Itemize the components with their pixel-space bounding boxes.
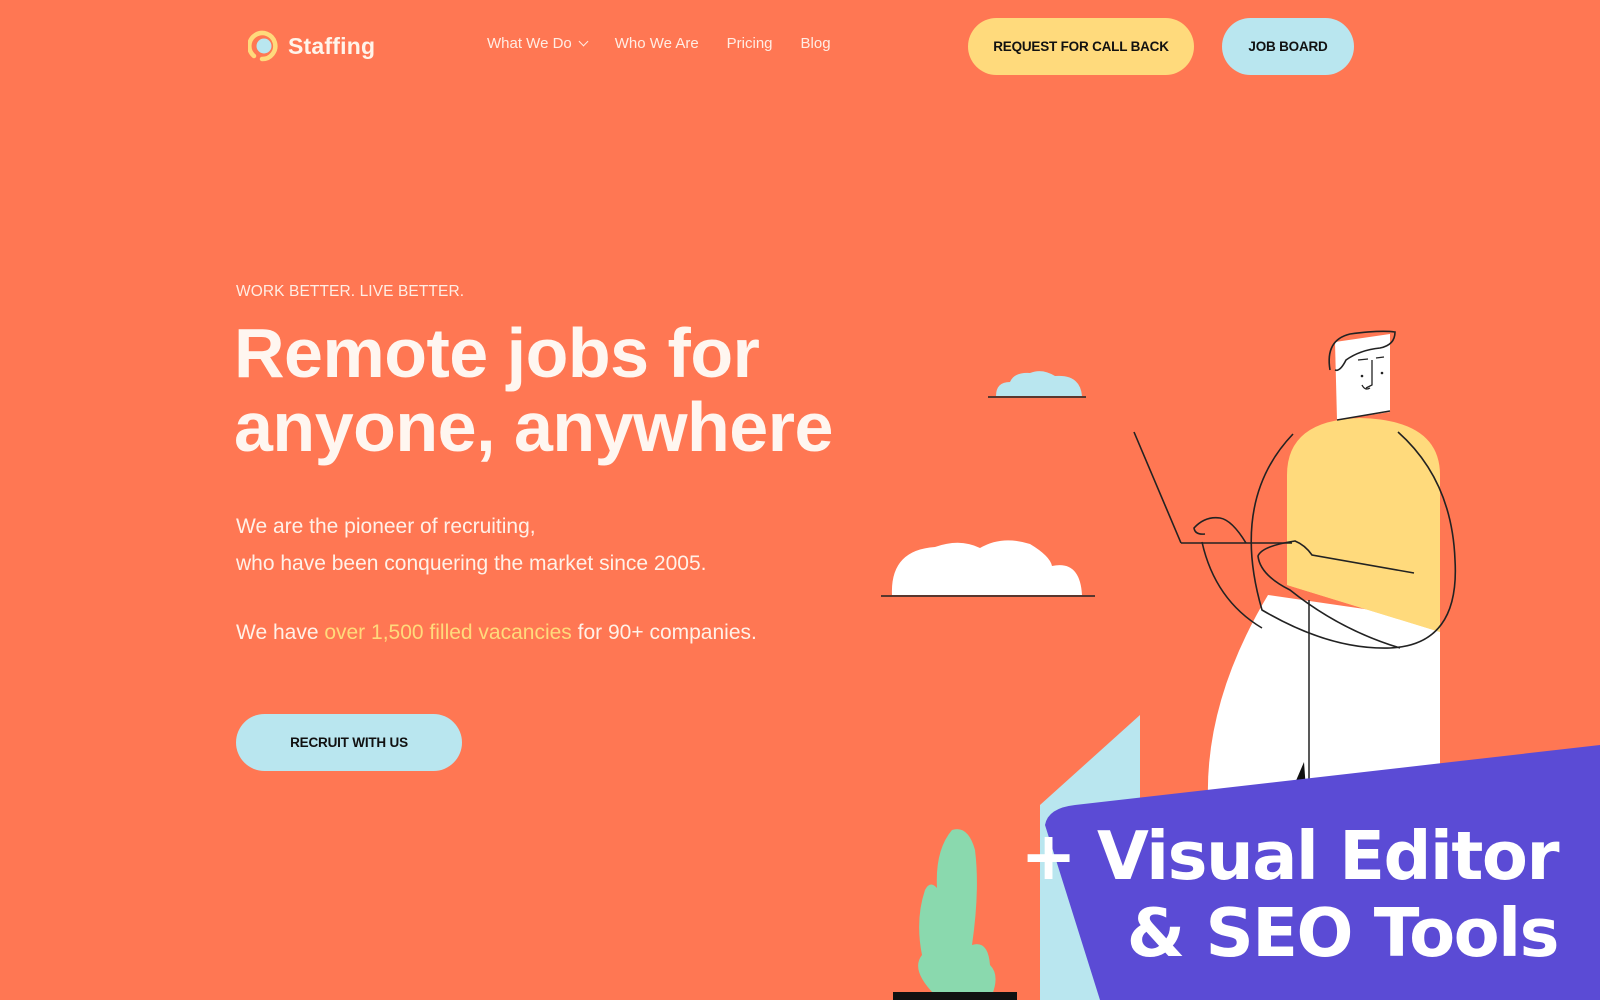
person-torso (1250, 418, 1457, 649)
promo-text: + Visual Editor & SEO Tools (1020, 817, 1560, 972)
chevron-down-icon (578, 36, 589, 47)
nav-label: Who We Are (614, 35, 699, 52)
logo-ring-icon (248, 30, 278, 62)
description-line-1: We are the pioneer of recruiting, (236, 515, 536, 538)
small-cloud (988, 371, 1086, 398)
stat-highlight: over 1,500 filled vacancies (324, 621, 572, 644)
hero-description: We are the pioneer of recruiting, who ha… (236, 508, 706, 582)
headline-line-1: Remote jobs for (234, 314, 760, 392)
stat-suffix: for 90+ companies. (571, 621, 757, 644)
logo-text: Staffing (288, 32, 376, 59)
person-arms (1193, 516, 1415, 649)
headline-line-2: anyone, anywhere (234, 388, 833, 466)
nav-item-who-we-are[interactable]: Who We Are (615, 35, 699, 52)
stat-prefix: We have (236, 621, 325, 644)
nav-label: Blog (800, 35, 831, 52)
nav-item-blog[interactable]: Blog (801, 35, 831, 52)
plant-icon (893, 829, 1017, 1000)
recruit-with-us-button[interactable]: RECRUIT WITH US (236, 714, 462, 771)
main-nav: What We Do Who We Are Pricing Blog (487, 35, 859, 52)
hero-eyebrow: WORK BETTER. LIVE BETTER. (236, 283, 465, 300)
description-line-2: who have been conquering the market sinc… (236, 552, 707, 575)
site-header: Staffing What We Do Who We Are Pricing B… (0, 0, 1600, 92)
hero-headline: Remote jobs for anyone, anywhere (234, 316, 833, 464)
large-cloud (881, 540, 1095, 597)
hero-stat: We have over 1,500 filled vacancies for … (236, 621, 757, 645)
job-board-button[interactable]: JOB BOARD (1222, 18, 1354, 75)
promo-line-1: + Visual Editor (1020, 817, 1560, 895)
person-legs (1207, 595, 1440, 800)
person-head (1328, 330, 1396, 421)
nav-label: Pricing (726, 35, 773, 52)
nav-item-pricing[interactable]: Pricing (727, 35, 773, 52)
nav-label: What We Do (487, 35, 572, 52)
promo-line-2: & SEO Tools (1126, 894, 1560, 972)
request-call-back-button[interactable]: REQUEST FOR CALL BACK (968, 18, 1194, 75)
logo[interactable]: Staffing (248, 29, 375, 63)
nav-item-what-we-do[interactable]: What We Do (487, 35, 589, 52)
laptop-icon (1133, 431, 1292, 544)
